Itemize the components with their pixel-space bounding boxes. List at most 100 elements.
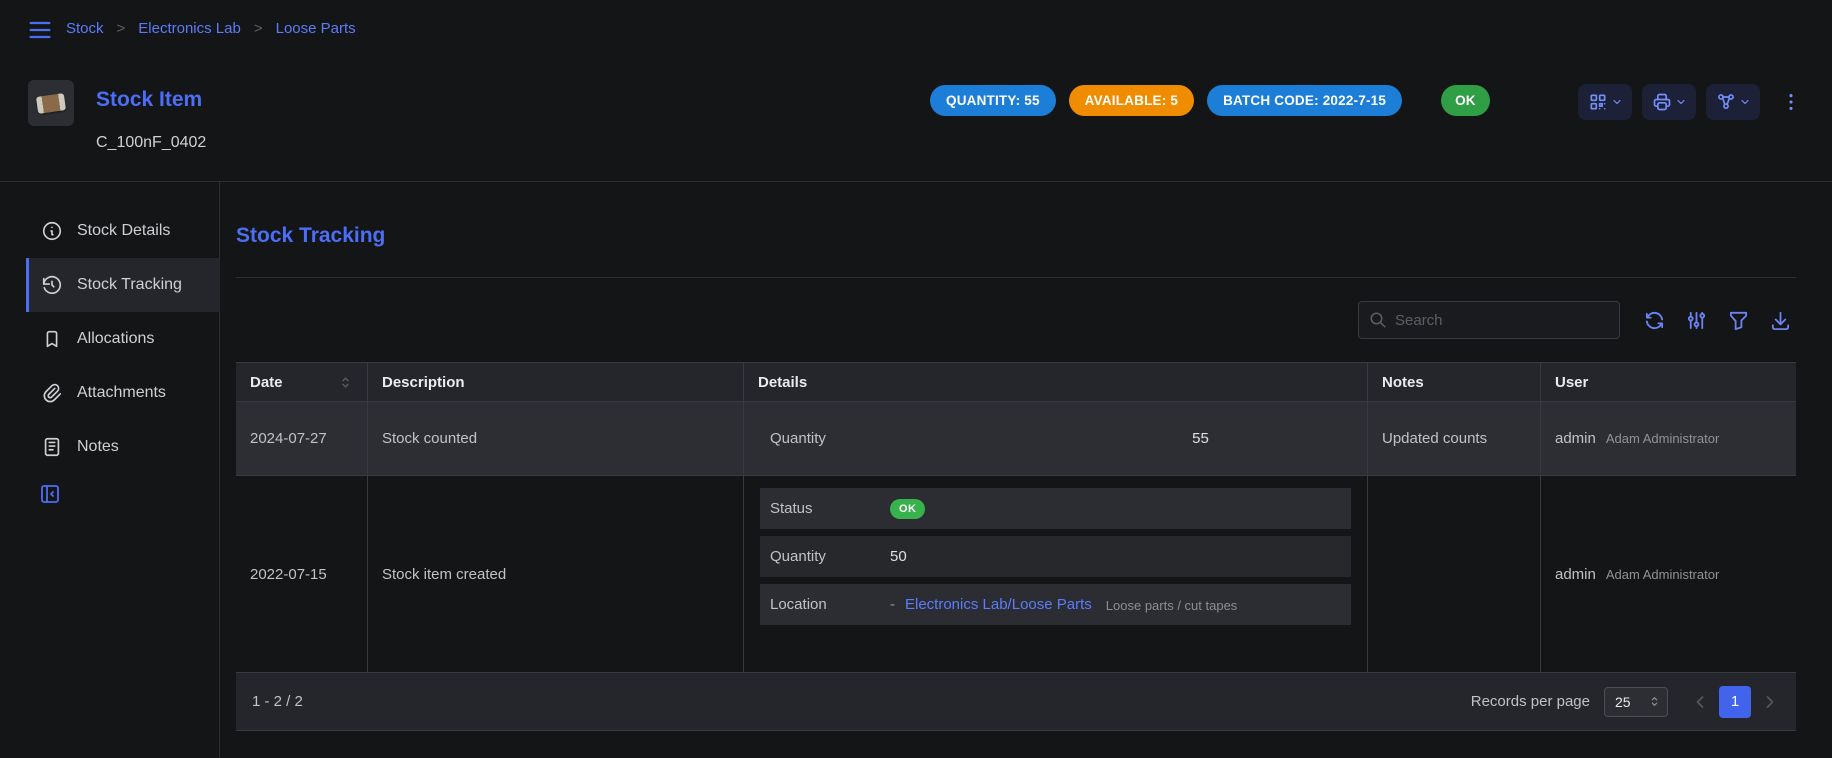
available-badge: AVAILABLE: 5 bbox=[1069, 85, 1194, 116]
sidebar-item-label: Attachments bbox=[77, 384, 166, 402]
status-badges: QUANTITY: 55 AVAILABLE: 5 BATCH CODE: 20… bbox=[930, 85, 1490, 116]
cell-user: admin Adam Administrator bbox=[1541, 476, 1796, 672]
column-header-notes: Notes bbox=[1368, 363, 1541, 401]
detail-label: Status bbox=[770, 500, 890, 517]
capacitor-image bbox=[36, 93, 66, 114]
sidebar: Stock Details Stock Tracking Allocations… bbox=[0, 182, 220, 758]
part-name: C_100nF_0402 bbox=[96, 134, 206, 152]
detail-row-quantity: Quantity 55 bbox=[760, 418, 1351, 459]
records-per-page-label: Records per page bbox=[1471, 693, 1590, 710]
sidebar-item-notes[interactable]: Notes bbox=[26, 420, 220, 474]
cell-notes bbox=[1368, 476, 1541, 672]
user-fullname: Adam Administrator bbox=[1606, 567, 1719, 582]
page-size-value: 25 bbox=[1615, 694, 1631, 710]
print-actions-button[interactable] bbox=[1642, 84, 1696, 120]
prev-page-icon[interactable] bbox=[1690, 692, 1710, 712]
chevron-down-icon bbox=[1739, 96, 1751, 108]
sidebar-item-attachments[interactable]: Attachments bbox=[26, 366, 220, 420]
location-link[interactable]: Electronics Lab/Loose Parts bbox=[905, 596, 1092, 613]
search-box bbox=[1358, 301, 1620, 339]
notes-icon bbox=[41, 436, 63, 458]
breadcrumb-link-stock[interactable]: Stock bbox=[66, 20, 104, 37]
detail-label: Location bbox=[770, 596, 890, 613]
sort-icon[interactable] bbox=[338, 375, 353, 390]
panel-heading: Stock Tracking bbox=[236, 224, 385, 248]
status-ok-chip: OK bbox=[890, 499, 925, 519]
sidebar-item-stock-tracking[interactable]: Stock Tracking bbox=[26, 258, 220, 312]
cell-details: Quantity 55 bbox=[744, 402, 1368, 475]
table-toolbar bbox=[1358, 301, 1792, 339]
selector-icon bbox=[1648, 695, 1661, 708]
header-actions bbox=[1578, 84, 1802, 120]
sidebar-item-label: Stock Tracking bbox=[77, 276, 182, 294]
column-header-details: Details bbox=[744, 363, 1368, 401]
next-page-icon[interactable] bbox=[1760, 692, 1780, 712]
cell-details: Status OK Quantity 50 Location - Electro… bbox=[744, 476, 1368, 672]
qr-code-icon bbox=[1588, 92, 1608, 112]
sidebar-item-label: Notes bbox=[77, 438, 119, 456]
part-thumbnail[interactable] bbox=[28, 80, 74, 126]
sidebar-collapse-icon[interactable] bbox=[38, 482, 62, 506]
detail-label: Quantity bbox=[770, 430, 890, 447]
menu-icon[interactable] bbox=[26, 16, 54, 44]
breadcrumb: Stock > Electronics Lab > Loose Parts bbox=[66, 20, 356, 37]
sidebar-item-label: Stock Details bbox=[77, 222, 170, 240]
cell-description: Stock item created bbox=[368, 476, 744, 672]
column-header-description: Description bbox=[368, 363, 744, 401]
location-description: Loose parts / cut tapes bbox=[1106, 596, 1238, 613]
stock-actions-button[interactable] bbox=[1706, 84, 1760, 120]
detail-value: 55 bbox=[890, 430, 1341, 447]
history-icon bbox=[41, 274, 63, 296]
stock-actions-icon bbox=[1716, 92, 1736, 112]
pagination-controls: Records per page 25 1 bbox=[1471, 686, 1780, 718]
breadcrumb-separator: > bbox=[254, 20, 263, 37]
username: admin bbox=[1555, 430, 1596, 447]
filter-icon[interactable] bbox=[1727, 309, 1750, 332]
pager: 1 bbox=[1690, 686, 1780, 718]
sidebar-item-allocations[interactable]: Allocations bbox=[26, 312, 220, 366]
user-fullname: Adam Administrator bbox=[1606, 431, 1719, 446]
cell-date: 2024-07-27 bbox=[236, 402, 368, 475]
paperclip-icon bbox=[41, 382, 63, 404]
sidebar-item-stock-details[interactable]: Stock Details bbox=[26, 204, 220, 258]
page-title: Stock Item bbox=[96, 88, 202, 112]
column-header-user: User bbox=[1541, 363, 1796, 401]
adjustments-icon[interactable] bbox=[1685, 309, 1708, 332]
record-range: 1 - 2 / 2 bbox=[252, 693, 303, 710]
column-header-date: Date bbox=[236, 363, 368, 401]
location-dash: - bbox=[890, 596, 895, 613]
search-icon bbox=[1369, 311, 1387, 329]
current-page-button[interactable]: 1 bbox=[1719, 686, 1751, 718]
detail-row-location: Location - Electronics Lab/Loose Parts L… bbox=[760, 584, 1351, 625]
table-row: 2022-07-15 Stock item created Status OK … bbox=[236, 476, 1796, 672]
breadcrumb-link-electronics-lab[interactable]: Electronics Lab bbox=[138, 20, 241, 37]
main-panel: Stock Tracking bbox=[236, 182, 1796, 758]
download-icon[interactable] bbox=[1769, 309, 1792, 332]
search-input[interactable] bbox=[1395, 312, 1609, 329]
cell-user: admin Adam Administrator bbox=[1541, 402, 1796, 475]
username: admin bbox=[1555, 566, 1596, 583]
refresh-icon[interactable] bbox=[1643, 309, 1666, 332]
detail-row-quantity: Quantity 50 bbox=[760, 536, 1351, 577]
detail-value: 50 bbox=[890, 548, 907, 565]
cell-notes: Updated counts bbox=[1368, 402, 1541, 475]
info-circle-icon bbox=[41, 220, 63, 242]
status-ok-badge: OK bbox=[1441, 85, 1490, 116]
stock-item-page: Stock > Electronics Lab > Loose Parts St… bbox=[0, 0, 1832, 758]
sidebar-item-label: Allocations bbox=[77, 330, 154, 348]
heading-divider bbox=[236, 277, 1796, 278]
cell-description: Stock counted bbox=[368, 402, 744, 475]
detail-label: Quantity bbox=[770, 548, 890, 565]
page-size-select[interactable]: 25 bbox=[1604, 687, 1668, 717]
table-row: 2024-07-27 Stock counted Quantity 55 Upd… bbox=[236, 402, 1796, 476]
breadcrumb-separator: > bbox=[117, 20, 126, 37]
breadcrumb-link-loose-parts[interactable]: Loose Parts bbox=[276, 20, 356, 37]
quantity-badge: QUANTITY: 55 bbox=[930, 85, 1056, 116]
more-options-icon[interactable] bbox=[1780, 91, 1802, 113]
stock-tracking-table: Date Description Details Notes User 2024… bbox=[236, 362, 1796, 731]
table-header-row: Date Description Details Notes User bbox=[236, 362, 1796, 402]
barcode-actions-button[interactable] bbox=[1578, 84, 1632, 120]
printer-icon bbox=[1652, 92, 1672, 112]
bookmark-icon bbox=[41, 328, 63, 350]
chevron-down-icon bbox=[1611, 96, 1623, 108]
